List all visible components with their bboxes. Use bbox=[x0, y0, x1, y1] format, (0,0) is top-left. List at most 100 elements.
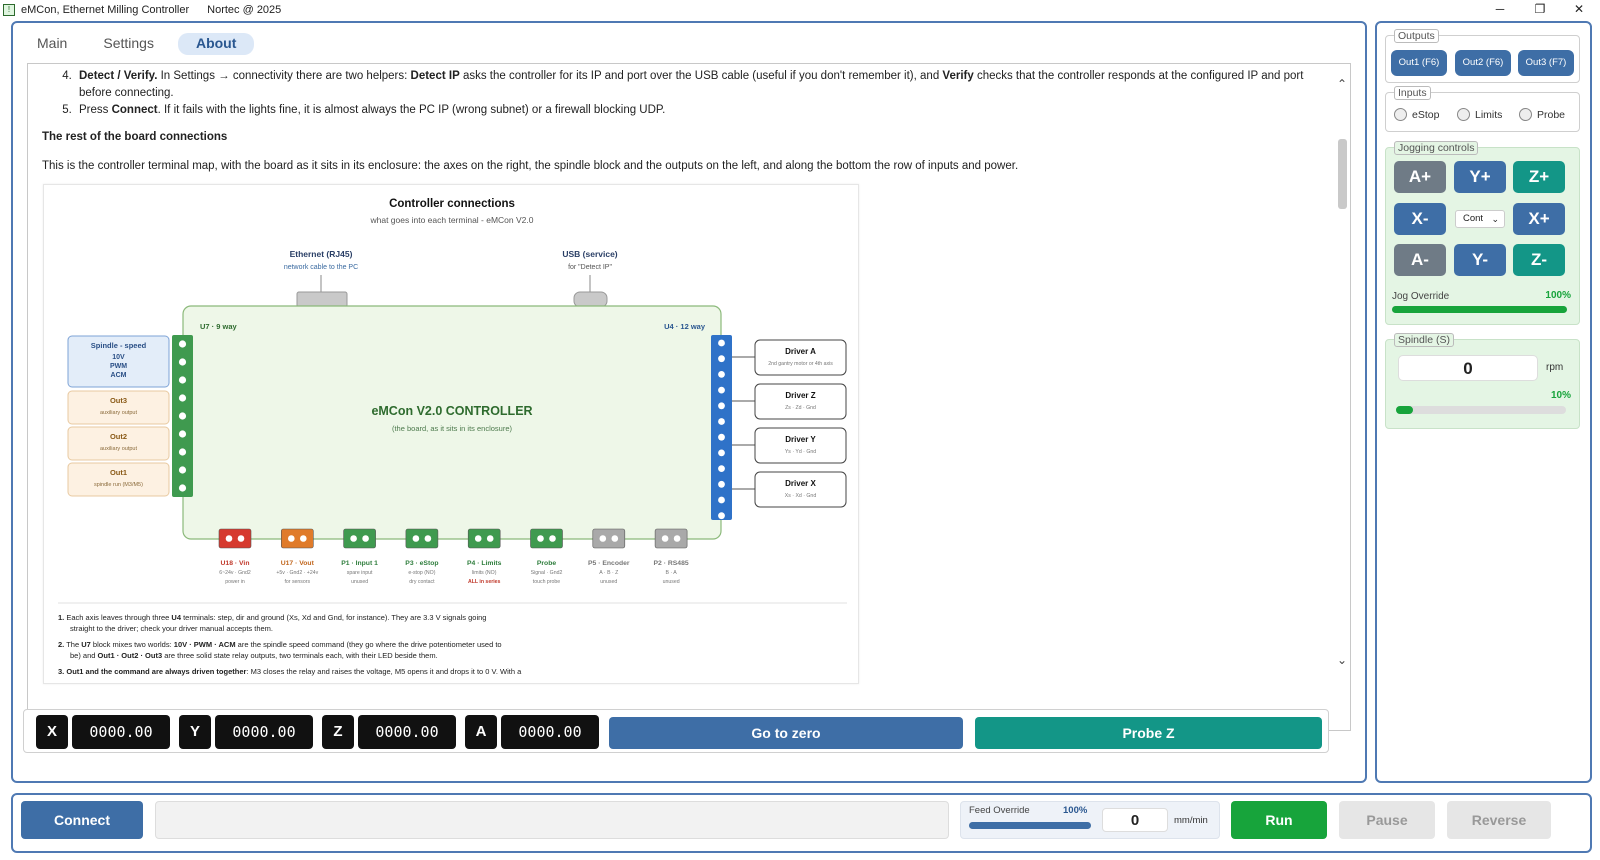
diagram-svg: Controller connections what goes into ea… bbox=[58, 198, 847, 676]
status-field bbox=[155, 801, 949, 839]
driver-title: Driver Y bbox=[785, 435, 816, 444]
jog-z-minus-button[interactable]: Z- bbox=[1513, 244, 1565, 276]
y-axis-readout[interactable]: 0000.00 bbox=[215, 715, 313, 749]
jog-a-minus-button[interactable]: A- bbox=[1394, 244, 1446, 276]
jog-override-slider[interactable] bbox=[1392, 306, 1567, 313]
minimize-icon[interactable]: ─ bbox=[1480, 0, 1520, 20]
a-axis-readout[interactable]: 0000.00 bbox=[501, 715, 599, 749]
spindle-speed-input[interactable]: 0 bbox=[1398, 355, 1538, 381]
driver-sub: Xs · Xd · Gnd bbox=[785, 493, 817, 499]
note-3: 3. Out1 and the command are always drive… bbox=[58, 667, 522, 676]
jog-a-plus-button[interactable]: A+ bbox=[1394, 161, 1446, 193]
bottom-terminal: U18 · Vin 6~24v · Gnd2 power in bbox=[218, 528, 252, 585]
terminal-line2: touch probe bbox=[533, 579, 561, 585]
tab-main[interactable]: Main bbox=[25, 33, 79, 55]
terminal-line2: for sensors bbox=[284, 579, 310, 585]
x-axis-readout[interactable]: 0000.00 bbox=[72, 715, 170, 749]
vertical-scrollbar[interactable]: ⌃ ⌄ bbox=[1334, 64, 1350, 704]
probe-z-button[interactable]: Probe Z bbox=[975, 717, 1322, 749]
estop-led-icon bbox=[1394, 108, 1407, 121]
jogging-group: Jogging controls A+ Y+ Z+ X- Cont ⌄ X+ A-… bbox=[1385, 141, 1580, 325]
terminal-line1: spare input bbox=[347, 570, 373, 576]
terminal-line1: Signal · Gnd2 bbox=[531, 570, 563, 576]
block-line: auxiliary output bbox=[100, 410, 137, 416]
block-line: auxiliary output bbox=[100, 446, 137, 452]
ethernet-label: Ethernet (RJ45) bbox=[290, 249, 353, 259]
driver-block: Driver Z Zs · Zd · Gnd bbox=[732, 383, 847, 420]
jog-y-minus-button[interactable]: Y- bbox=[1454, 244, 1506, 276]
output-block: Out3 auxiliary output bbox=[67, 390, 170, 425]
u7-pin bbox=[178, 466, 187, 474]
section-heading: The rest of the board connections bbox=[42, 131, 228, 143]
out3-button[interactable]: Out3 (F7) bbox=[1518, 50, 1574, 76]
usb-port bbox=[573, 291, 608, 308]
out2-button[interactable]: Out2 (F6) bbox=[1455, 50, 1511, 76]
run-button[interactable]: Run bbox=[1231, 801, 1327, 839]
jog-y-plus-button[interactable]: Y+ bbox=[1454, 161, 1506, 193]
feed-unit: mm/min bbox=[1174, 815, 1208, 826]
u4-pin bbox=[718, 371, 725, 378]
restore-icon[interactable]: ❐ bbox=[1520, 0, 1560, 20]
terminal-line2: unused bbox=[600, 579, 617, 585]
list-item: Detect / Verify. In Settings → connectiv… bbox=[75, 68, 1332, 102]
feed-rate-input[interactable]: 0 bbox=[1102, 808, 1168, 832]
spindle-slider[interactable] bbox=[1396, 406, 1566, 414]
ethernet-port bbox=[296, 291, 348, 308]
usb-sub: for "Detect IP" bbox=[568, 264, 612, 271]
tab-about[interactable]: About bbox=[177, 33, 255, 55]
u7-pin bbox=[178, 376, 187, 384]
jog-override-label: Jog Override bbox=[1392, 291, 1450, 302]
u4-pin bbox=[718, 355, 725, 363]
driver-sub: Ys · Yd · Gnd bbox=[785, 449, 816, 455]
jog-mode-select[interactable]: Cont ⌄ bbox=[1455, 210, 1505, 228]
board-sub: (the board, as it sits in its enclosure) bbox=[392, 424, 513, 433]
feed-override-slider[interactable] bbox=[969, 822, 1091, 829]
block-title: Spindle - speed bbox=[91, 341, 147, 350]
connect-button[interactable]: Connect bbox=[21, 801, 143, 839]
driver-block: Driver A 2nd gantry motor or 4th axis bbox=[732, 339, 847, 376]
jog-x-plus-button[interactable]: X+ bbox=[1513, 203, 1565, 235]
terminal-title: U18 · Vin bbox=[221, 560, 250, 567]
output-block: Out1 spindle run (M3/M5) bbox=[67, 462, 170, 497]
u4-pin bbox=[718, 480, 725, 488]
go-to-zero-button[interactable]: Go to zero bbox=[609, 717, 963, 749]
block-title: Out2 bbox=[110, 432, 127, 441]
window-title: eMCon, Ethernet Milling Controller bbox=[21, 4, 190, 16]
out1-button[interactable]: Out1 (F6) bbox=[1391, 50, 1447, 76]
driver-sub: Zs · Zd · Gnd bbox=[785, 405, 816, 411]
bottom-terminal: P2 · RS485 B · A unused bbox=[654, 528, 689, 585]
block-line: 10V bbox=[112, 354, 125, 361]
driver-title: Driver X bbox=[785, 479, 816, 488]
x-axis-label: X bbox=[36, 715, 68, 749]
scroll-down-icon[interactable]: ⌄ bbox=[1337, 654, 1347, 666]
terminal-line1: A · B · Z bbox=[599, 570, 618, 576]
flag-icon: ! bbox=[3, 4, 15, 16]
reverse-button[interactable]: Reverse bbox=[1447, 801, 1551, 839]
note-1-cont: straight to the driver; check your drive… bbox=[70, 624, 273, 633]
terminal-line1: e-stop (NO) bbox=[408, 570, 435, 576]
jog-override-fill bbox=[1392, 306, 1567, 313]
jog-z-plus-button[interactable]: Z+ bbox=[1513, 161, 1565, 193]
terminal-title: P4 · Limits bbox=[467, 560, 502, 567]
terminal-line1: +5v · Gnd2 · +24v bbox=[276, 570, 318, 576]
vertical-scroll-thumb[interactable] bbox=[1338, 139, 1347, 209]
spindle-percent: 10% bbox=[1550, 390, 1571, 401]
z-axis-readout[interactable]: 0000.00 bbox=[358, 715, 456, 749]
note-2: 2. The U7 block mixes two worlds: 10V · … bbox=[58, 640, 502, 649]
a-axis-label: A bbox=[465, 715, 497, 749]
u4-pin bbox=[718, 386, 725, 394]
about-content: Detect / Verify. In Settings → connectiv… bbox=[27, 63, 1351, 731]
bottom-panel: Connect Feed Override 100% 0 mm/min Run … bbox=[11, 793, 1592, 853]
pause-button[interactable]: Pause bbox=[1339, 801, 1435, 839]
u4-pin bbox=[718, 496, 725, 504]
scroll-up-icon[interactable]: ⌃ bbox=[1337, 78, 1347, 90]
close-icon[interactable]: ✕ bbox=[1559, 0, 1599, 20]
chevron-down-icon: ⌄ bbox=[1491, 214, 1499, 224]
steps-list: Detect / Verify. In Settings → connectiv… bbox=[75, 68, 1332, 119]
u4-pin bbox=[718, 402, 725, 410]
tab-settings[interactable]: Settings bbox=[91, 33, 166, 55]
block-title: Out1 bbox=[110, 468, 127, 477]
note-1: 1. Each axis leaves through three U4 ter… bbox=[58, 613, 486, 622]
jog-x-minus-button[interactable]: X- bbox=[1394, 203, 1446, 235]
board-name: eMCon V2.0 CONTROLLER bbox=[371, 404, 532, 418]
